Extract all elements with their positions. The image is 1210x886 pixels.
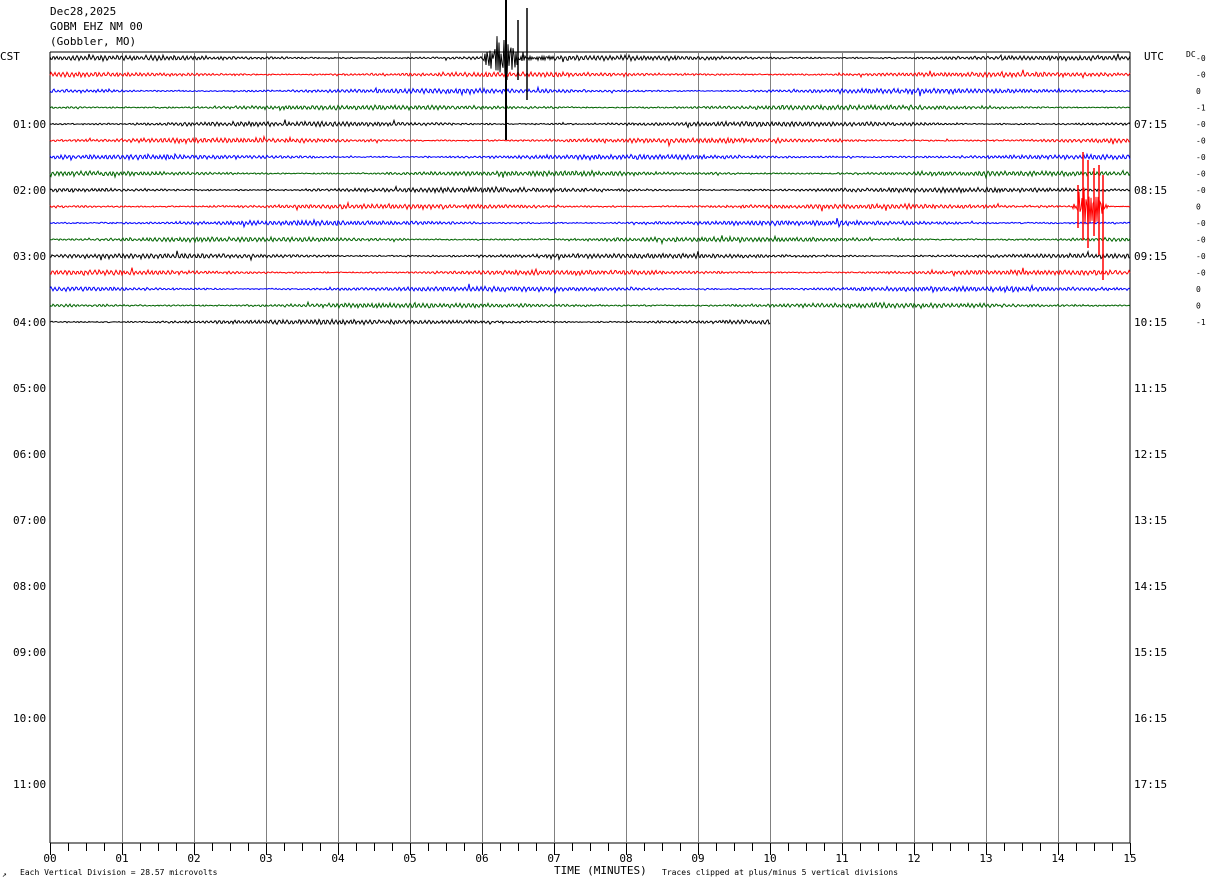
dc-offset-header: DC — [1186, 50, 1196, 59]
seismic-traces — [49, 0, 1131, 326]
seismic-trace — [49, 85, 1131, 97]
hour-label-local: 03:00 — [13, 250, 46, 263]
seismic-trace — [49, 152, 1131, 162]
seismic-trace — [49, 118, 1131, 129]
dc-offset-value: -0 — [1196, 153, 1206, 162]
clip-note: Traces clipped at plus/minus 5 vertical … — [662, 868, 898, 877]
dc-offset-value: 0 — [1196, 203, 1201, 212]
dc-offset-value: -0 — [1196, 170, 1206, 179]
dc-offset-value: -0 — [1196, 186, 1206, 195]
dc-offset-value: -0 — [1196, 120, 1206, 129]
right-timezone-label: UTC — [1144, 50, 1164, 63]
x-tick-label: 04 — [331, 852, 345, 865]
hour-label-utc: 14:15 — [1134, 580, 1167, 593]
hour-label-utc: 09:15 — [1134, 250, 1167, 263]
dc-offset-value: -1 — [1196, 318, 1206, 327]
hour-label-local: 05:00 — [13, 382, 46, 395]
x-tick-label: 09 — [691, 852, 704, 865]
axis-labels: 00 01 02 03 04 05 06 07 08 09 10 11 12 13 14 1501:0002:… — [13, 54, 1206, 865]
hour-label-utc: 17:15 — [1134, 778, 1167, 791]
x-tick-label: 13 — [979, 852, 992, 865]
left-timezone-label: CST — [0, 50, 20, 63]
x-tick-label: 01 — [115, 852, 128, 865]
x-axis-title: TIME (MINUTES) — [554, 864, 647, 877]
dc-offset-value: -0 — [1196, 54, 1206, 63]
seismic-trace — [49, 187, 1131, 226]
x-tick-label: 15 — [1123, 852, 1136, 865]
x-tick-label: 03 — [259, 852, 272, 865]
hour-label-local: 10:00 — [13, 712, 46, 725]
x-tick-label: 02 — [187, 852, 200, 865]
hour-label-utc: 16:15 — [1134, 712, 1167, 725]
hour-label-local: 09:00 — [13, 646, 46, 659]
corner-mark: ↗ — [2, 870, 7, 879]
dc-offset-value: 0 — [1196, 285, 1201, 294]
division-note: Each Vertical Division = 28.57 microvolt… — [20, 868, 218, 877]
hour-label-utc: 12:15 — [1134, 448, 1167, 461]
dc-offset-value: -0 — [1196, 137, 1206, 146]
hour-label-utc: 08:15 — [1134, 184, 1167, 197]
x-tick-label: 11 — [835, 852, 848, 865]
x-tick-label: 05 — [403, 852, 416, 865]
x-tick-label: 14 — [1051, 852, 1065, 865]
hour-label-utc: 15:15 — [1134, 646, 1167, 659]
seismic-trace — [49, 300, 1131, 310]
hour-label-local: 06:00 — [13, 448, 46, 461]
hour-label-local: 01:00 — [13, 118, 46, 131]
x-tick-label: 12 — [907, 852, 920, 865]
dc-offset-value: 0 — [1196, 302, 1201, 311]
hour-label-local: 07:00 — [13, 514, 46, 527]
dc-offset-value: -0 — [1196, 252, 1206, 261]
dc-offset-value: -0 — [1196, 236, 1206, 245]
seismic-trace — [49, 185, 1131, 195]
seismic-trace — [49, 134, 1131, 148]
hour-label-utc: 11:15 — [1134, 382, 1167, 395]
seismic-trace — [49, 267, 1131, 278]
hour-label-utc: 07:15 — [1134, 118, 1167, 131]
hour-label-local: 02:00 — [13, 184, 46, 197]
hour-label-utc: 10:15 — [1134, 316, 1167, 329]
hour-label-utc: 13:15 — [1134, 514, 1167, 527]
dc-offset-value: -1 — [1196, 104, 1206, 113]
hour-label-local: 08:00 — [13, 580, 46, 593]
seismic-trace — [49, 169, 1131, 180]
hour-label-local: 04:00 — [13, 316, 46, 329]
dc-offset-value: -0 — [1196, 269, 1206, 278]
seismic-trace — [49, 283, 1131, 294]
seismic-trace — [49, 69, 1131, 80]
x-tick-label: 06 — [475, 852, 488, 865]
seismic-trace — [49, 217, 1131, 229]
seismic-trace — [49, 249, 1131, 262]
hour-label-local: 11:00 — [13, 778, 46, 791]
dc-offset-value: -0 — [1196, 71, 1206, 80]
helicorder-plot: 00 01 02 03 04 05 06 07 08 09 10 11 12 13 14 1501:0002:… — [0, 0, 1206, 879]
dc-offset-value: -0 — [1196, 219, 1206, 228]
x-tick-label: 00 — [43, 852, 56, 865]
dc-offset-value: 0 — [1196, 87, 1201, 96]
seismic-trace — [49, 234, 1131, 246]
seismic-trace — [49, 103, 1131, 112]
x-tick-label: 10 — [763, 852, 776, 865]
